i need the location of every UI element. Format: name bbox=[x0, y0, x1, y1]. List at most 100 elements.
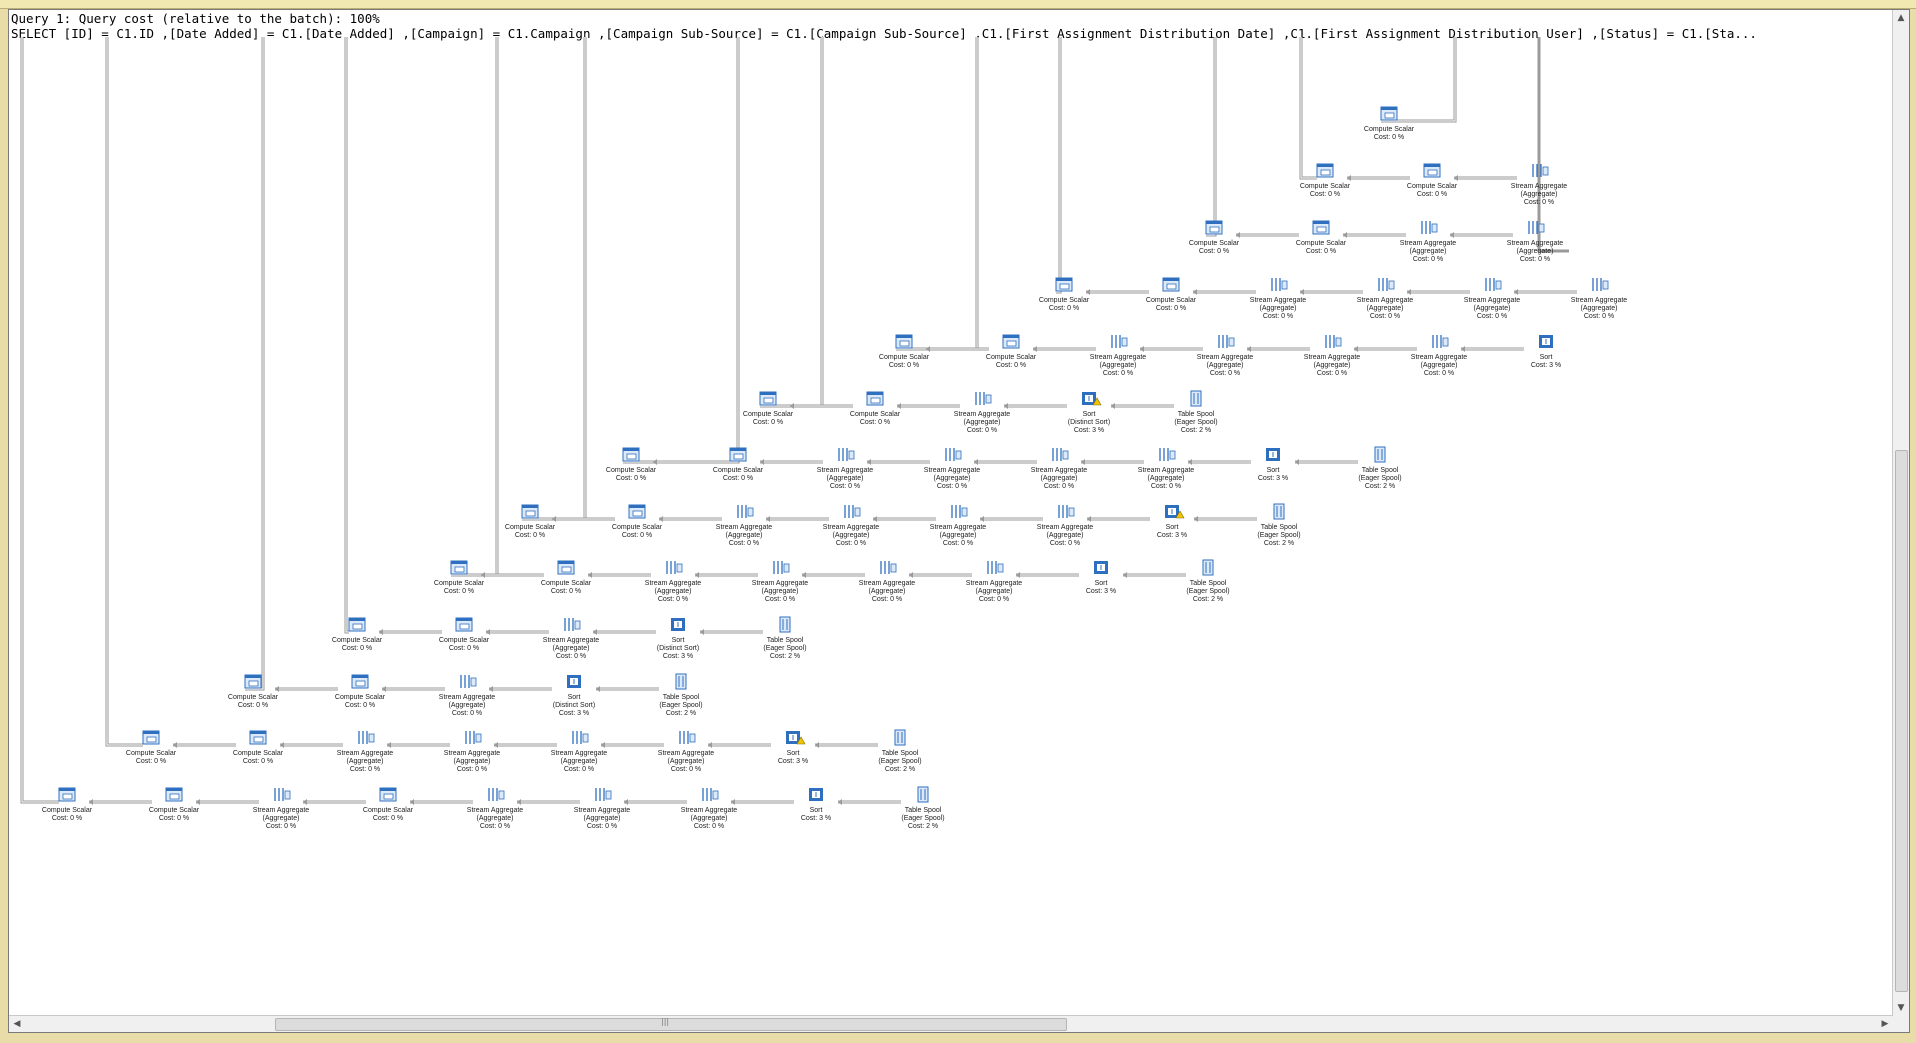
compute-scalar-node[interactable]: Compute ScalarCost: 0 % bbox=[1146, 277, 1197, 312]
arrow-icon bbox=[596, 686, 600, 692]
stream-aggregate-node[interactable]: Stream Aggregate(Aggregate)Cost: 0 % bbox=[966, 561, 1023, 603]
compute-scalar-node[interactable]: Compute ScalarCost: 0 % bbox=[1296, 220, 1347, 255]
compute-scalar-node[interactable]: Compute ScalarCost: 0 % bbox=[149, 787, 200, 822]
stream-aggregate-node[interactable]: Stream Aggregate(Aggregate)Cost: 0 % bbox=[930, 505, 987, 547]
compute-scalar-node[interactable]: Compute ScalarCost: 0 % bbox=[1189, 220, 1240, 255]
execution-plan-pane[interactable]: Query 1: Query cost (relative to the bat… bbox=[8, 9, 1910, 1033]
svg-text:Cost: 3 %: Cost: 3 % bbox=[1074, 427, 1104, 434]
sort-node[interactable]: SortCost: 3 % bbox=[1531, 335, 1561, 369]
scroll-right-icon[interactable]: ▶ bbox=[1877, 1016, 1893, 1032]
stream-aggregate-node[interactable]: Stream Aggregate(Aggregate)Cost: 0 % bbox=[1031, 448, 1088, 490]
compute-scalar-node[interactable]: Compute ScalarCost: 0 % bbox=[713, 447, 764, 482]
svg-text:Table Spool: Table Spool bbox=[1178, 411, 1215, 418]
sort-node[interactable]: SortCost: 3 % bbox=[1258, 448, 1288, 482]
stream-aggregate-node[interactable]: Stream Aggregate(Aggregate)Cost: 0 % bbox=[645, 561, 702, 603]
stream-aggregate-node[interactable]: Stream Aggregate(Aggregate)Cost: 0 % bbox=[1507, 221, 1564, 263]
stream-aggregate-node[interactable]: Stream Aggregate(Aggregate)Cost: 0 % bbox=[1090, 335, 1147, 377]
compute-scalar-node[interactable]: Compute ScalarCost: 0 % bbox=[439, 617, 490, 652]
table-spool-icon bbox=[675, 673, 687, 690]
table-spool-node[interactable]: Table Spool(Eager Spool)Cost: 2 % bbox=[763, 616, 807, 660]
compute-scalar-node[interactable]: Compute ScalarCost: 0 % bbox=[332, 617, 383, 652]
svg-text:Cost: 0 %: Cost: 0 % bbox=[480, 823, 510, 830]
compute-scalar-node[interactable]: Compute ScalarCost: 0 % bbox=[606, 447, 657, 482]
stream-aggregate-node[interactable]: Stream Aggregate(Aggregate)Cost: 0 % bbox=[1571, 278, 1628, 320]
compute-scalar-node[interactable]: Compute ScalarCost: 0 % bbox=[879, 334, 930, 369]
stream-aggregate-node[interactable]: Stream Aggregate(Aggregate)Cost: 0 % bbox=[1464, 278, 1521, 320]
compute-scalar-node[interactable]: Compute ScalarCost: 0 % bbox=[335, 674, 386, 709]
stream-aggregate-node[interactable]: Stream Aggregate(Aggregate)Cost: 0 % bbox=[253, 788, 310, 830]
stream-aggregate-node[interactable]: Stream Aggregate(Aggregate)Cost: 0 % bbox=[1138, 448, 1195, 490]
svg-text:Cost: 0 %: Cost: 0 % bbox=[159, 815, 189, 822]
scroll-up-icon[interactable]: ▲ bbox=[1893, 10, 1909, 26]
table-spool-node[interactable]: Table Spool(Eager Spool)Cost: 2 % bbox=[1186, 559, 1230, 603]
arrow-icon bbox=[1081, 459, 1085, 465]
stream-aggregate-node[interactable]: Stream Aggregate(Aggregate)Cost: 0 % bbox=[681, 788, 738, 830]
table-spool-node[interactable]: Table Spool(Eager Spool)Cost: 2 % bbox=[1174, 390, 1218, 434]
compute-scalar-node[interactable]: Compute ScalarCost: 0 % bbox=[743, 391, 794, 426]
svg-text:Cost: 0 %: Cost: 0 % bbox=[830, 483, 860, 490]
table-spool-node[interactable]: Table Spool(Eager Spool)Cost: 2 % bbox=[878, 729, 922, 773]
stream-aggregate-node[interactable]: Stream Aggregate(Aggregate)Cost: 0 % bbox=[444, 731, 501, 773]
stream-aggregate-node[interactable]: Stream Aggregate(Aggregate)Cost: 0 % bbox=[337, 731, 394, 773]
table-spool-node[interactable]: Table Spool(Eager Spool)Cost: 2 % bbox=[1358, 446, 1402, 490]
compute-scalar-node[interactable]: Compute ScalarCost: 0 % bbox=[1364, 106, 1415, 141]
sort-node[interactable]: SortCost: 3 % bbox=[778, 731, 808, 765]
compute-scalar-node[interactable]: Compute ScalarCost: 0 % bbox=[1407, 163, 1458, 198]
arrow-icon bbox=[1140, 346, 1144, 352]
sort-node[interactable]: Sort(Distinct Sort)Cost: 3 % bbox=[553, 675, 595, 717]
stream-aggregate-node[interactable]: Stream Aggregate(Aggregate)Cost: 0 % bbox=[924, 448, 981, 490]
sort-node[interactable]: SortCost: 3 % bbox=[801, 788, 831, 822]
arrow-icon bbox=[481, 572, 485, 578]
scroll-down-icon[interactable]: ▼ bbox=[1893, 1000, 1909, 1016]
stream-aggregate-node[interactable]: Stream Aggregate(Aggregate)Cost: 0 % bbox=[817, 448, 874, 490]
compute-scalar-node[interactable]: Compute ScalarCost: 0 % bbox=[363, 787, 414, 822]
stream-aggregate-node[interactable]: Stream Aggregate(Aggregate)Cost: 0 % bbox=[1400, 221, 1457, 263]
stream-aggregate-node[interactable]: Stream Aggregate(Aggregate)Cost: 0 % bbox=[574, 788, 631, 830]
compute-scalar-node[interactable]: Compute ScalarCost: 0 % bbox=[1039, 277, 1090, 312]
vertical-scrollbar[interactable]: ▲ ▼ bbox=[1892, 10, 1909, 1016]
compute-scalar-node[interactable]: Compute ScalarCost: 0 % bbox=[505, 504, 556, 539]
stream-aggregate-node[interactable]: Stream Aggregate(Aggregate)Cost: 0 % bbox=[1037, 505, 1094, 547]
horizontal-scroll-thumb[interactable]: ||| bbox=[275, 1017, 1067, 1031]
compute-scalar-node[interactable]: Compute ScalarCost: 0 % bbox=[1300, 163, 1351, 198]
stream-aggregate-node[interactable]: Stream Aggregate(Aggregate)Cost: 0 % bbox=[1250, 278, 1307, 320]
compute-scalar-node[interactable]: Compute ScalarCost: 0 % bbox=[612, 504, 663, 539]
stream-aggregate-node[interactable]: Stream Aggregate(Aggregate)Cost: 0 % bbox=[1304, 335, 1361, 377]
compute-scalar-node[interactable]: Compute ScalarCost: 0 % bbox=[228, 674, 279, 709]
svg-text:Stream Aggregate: Stream Aggregate bbox=[551, 750, 608, 757]
stream-aggregate-node[interactable]: Stream Aggregate(Aggregate)Cost: 0 % bbox=[439, 675, 496, 717]
stream-aggregate-node[interactable]: Stream Aggregate(Aggregate)Cost: 0 % bbox=[543, 618, 600, 660]
stream-aggregate-node[interactable]: Stream Aggregate(Aggregate)Cost: 0 % bbox=[467, 788, 524, 830]
stream-aggregate-node[interactable]: Stream Aggregate(Aggregate)Cost: 0 % bbox=[1197, 335, 1254, 377]
svg-text:Table Spool: Table Spool bbox=[1362, 467, 1399, 474]
zoom-corner-icon[interactable] bbox=[1893, 1016, 1909, 1032]
sort-node[interactable]: SortCost: 3 % bbox=[1157, 505, 1187, 539]
compute-scalar-node[interactable]: Compute ScalarCost: 0 % bbox=[42, 787, 93, 822]
table-spool-node[interactable]: Table Spool(Eager Spool)Cost: 2 % bbox=[659, 673, 703, 717]
scroll-left-icon[interactable]: ◀ bbox=[9, 1016, 25, 1032]
stream-aggregate-node[interactable]: Stream Aggregate(Aggregate)Cost: 0 % bbox=[1357, 278, 1414, 320]
stream-aggregate-node[interactable]: Stream Aggregate(Aggregate)Cost: 0 % bbox=[752, 561, 809, 603]
sort-node[interactable]: Sort(Distinct Sort)Cost: 3 % bbox=[1068, 392, 1110, 434]
horizontal-scrollbar[interactable]: ◀ ||| ▶ bbox=[9, 1015, 1893, 1032]
compute-scalar-node[interactable]: Compute ScalarCost: 0 % bbox=[850, 391, 901, 426]
stream-aggregate-node[interactable]: Stream Aggregate(Aggregate)Cost: 0 % bbox=[551, 731, 608, 773]
compute-scalar-node[interactable]: Compute ScalarCost: 0 % bbox=[233, 730, 284, 765]
stream-aggregate-node[interactable]: Stream Aggregate(Aggregate)Cost: 0 % bbox=[859, 561, 916, 603]
table-spool-icon bbox=[1190, 390, 1202, 407]
table-spool-node[interactable]: Table Spool(Eager Spool)Cost: 2 % bbox=[901, 786, 945, 830]
stream-aggregate-node[interactable]: Stream Aggregate(Aggregate)Cost: 0 % bbox=[1411, 335, 1468, 377]
compute-scalar-node[interactable]: Compute ScalarCost: 0 % bbox=[986, 334, 1037, 369]
table-spool-node[interactable]: Table Spool(Eager Spool)Cost: 2 % bbox=[1257, 503, 1301, 547]
sort-node[interactable]: SortCost: 3 % bbox=[1086, 561, 1116, 595]
compute-scalar-node[interactable]: Compute ScalarCost: 0 % bbox=[541, 560, 592, 595]
stream-aggregate-node[interactable]: Stream Aggregate(Aggregate)Cost: 0 % bbox=[823, 505, 880, 547]
svg-text:Cost: 0 %: Cost: 0 % bbox=[765, 596, 795, 603]
compute-scalar-node[interactable]: Compute ScalarCost: 0 % bbox=[126, 730, 177, 765]
vertical-scroll-thumb[interactable] bbox=[1895, 450, 1908, 992]
stream-aggregate-node[interactable]: Stream Aggregate(Aggregate)Cost: 0 % bbox=[716, 505, 773, 547]
sort-node[interactable]: Sort(Distinct Sort)Cost: 3 % bbox=[657, 618, 699, 660]
stream-aggregate-node[interactable]: Stream Aggregate(Aggregate)Cost: 0 % bbox=[954, 392, 1011, 434]
stream-aggregate-node[interactable]: Stream Aggregate(Aggregate)Cost: 0 % bbox=[658, 731, 715, 773]
compute-scalar-node[interactable]: Compute ScalarCost: 0 % bbox=[434, 560, 485, 595]
